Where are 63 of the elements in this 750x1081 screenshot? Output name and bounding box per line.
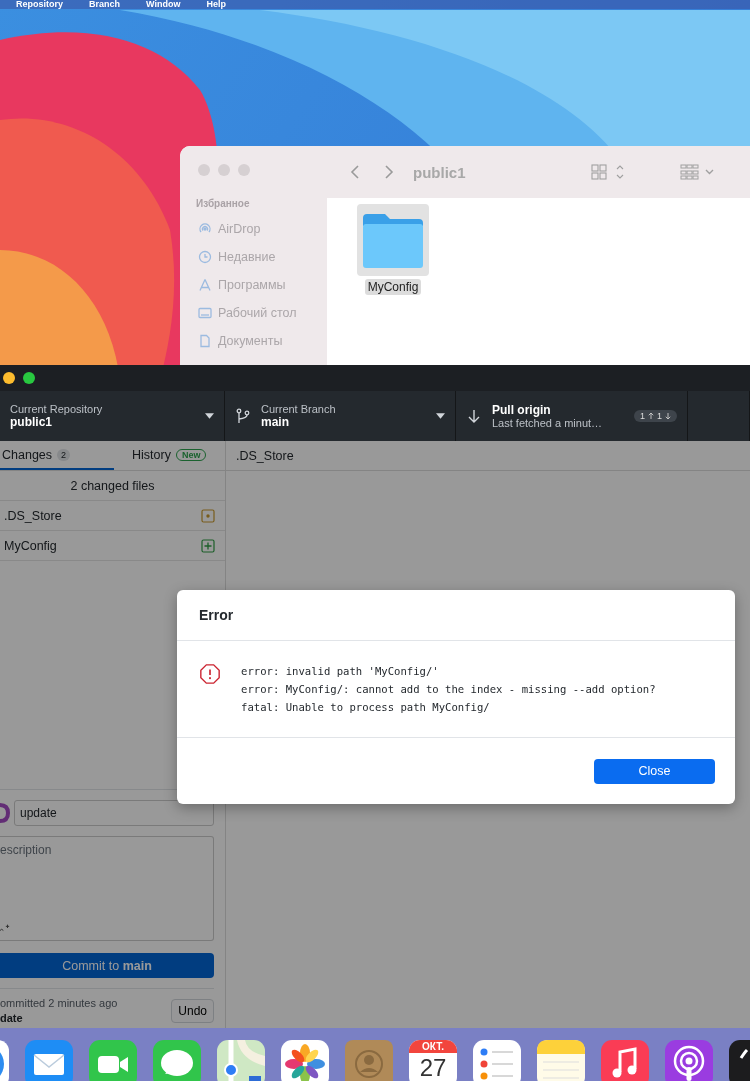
speech-bubble-icon[interactable] — [153, 1040, 201, 1081]
calendar-day: 27 — [419, 1053, 447, 1081]
podcast-icon[interactable] — [665, 1040, 713, 1081]
calendar-icon[interactable]: ОКТ. 27 — [409, 1040, 457, 1081]
calendar-month: ОКТ. — [409, 1040, 457, 1053]
clock-icon — [198, 250, 212, 264]
map-icon[interactable] — [217, 1040, 265, 1081]
ahead-behind-badge: 1 1 — [633, 410, 677, 422]
avatar-icon — [0, 802, 10, 824]
file-row[interactable]: .DS_Store — [0, 501, 225, 531]
last-commit-message: date — [0, 1012, 24, 1024]
file-name[interactable]: MyConfig — [364, 279, 422, 295]
mail-icon[interactable] — [25, 1040, 73, 1081]
zoom-button[interactable] — [23, 372, 35, 384]
branch-icon — [235, 408, 251, 424]
diff-header: .DS_Store — [226, 441, 750, 471]
added-icon — [201, 538, 215, 553]
tab[interactable]: Changes 2 — [0, 441, 114, 470]
summary-field[interactable]: update — [14, 800, 214, 826]
close-button[interactable]: Close — [594, 758, 715, 784]
down-arrow-icon — [665, 412, 671, 420]
changed-files-count: 2 changed files — [0, 471, 225, 501]
count-badge: 2 — [57, 448, 71, 461]
tab[interactable]: History New — [113, 441, 225, 470]
dialog-title: Error — [199, 607, 234, 623]
checklist-icon[interactable] — [473, 1040, 521, 1081]
document-icon — [198, 334, 212, 348]
music-note-icon[interactable] — [601, 1040, 649, 1081]
file-name: MyConfig — [4, 538, 57, 553]
error-message: fatal: Unable to process path MyConfig/ — [241, 700, 491, 715]
menu-item[interactable]: Branch — [89, 0, 121, 9]
commit-button[interactable]: Commit to main — [0, 953, 214, 978]
caret-icon — [436, 413, 445, 419]
description-field[interactable]: escription — [0, 836, 214, 941]
error-message: error: invalid path 'MyConfig/' — [241, 664, 440, 679]
error-icon — [199, 663, 221, 685]
up-arrow-icon — [648, 412, 654, 420]
menu-item[interactable]: Help — [206, 0, 226, 9]
icon-view-icon[interactable] — [591, 164, 625, 180]
undo-button[interactable]: Undo — [171, 998, 214, 1023]
error-message: error: MyConfig/: cannot add to the index - missing --add option? — [241, 682, 656, 697]
last-commit-time: ommitted 2 minutes ago — [0, 997, 118, 1009]
branch-selector[interactable]: Current Branch main — [225, 391, 456, 441]
down-arrow-icon — [466, 408, 482, 424]
file-name: .DS_Store — [4, 508, 62, 523]
video-camera-icon[interactable] — [89, 1040, 137, 1081]
back-icon[interactable] — [349, 164, 361, 180]
menu-item[interactable]: Repository — [16, 0, 63, 9]
file-row[interactable]: MyConfig — [0, 531, 225, 561]
notepad-icon[interactable] — [537, 1040, 585, 1081]
window-title: public1 — [413, 163, 467, 181]
repository-selector[interactable]: Current Repository public1 — [0, 391, 225, 441]
forward-icon[interactable] — [383, 164, 395, 180]
pull-button[interactable]: Pull origin Last fetched a minut… 1 1 — [456, 391, 688, 441]
flower-icon[interactable] — [281, 1040, 329, 1081]
minimize-button[interactable] — [3, 372, 15, 384]
monitor-icon — [198, 306, 212, 320]
folder-icon[interactable] — [357, 204, 429, 276]
menu-item[interactable]: Window — [146, 0, 181, 9]
caret-icon — [205, 413, 214, 419]
apps-icon — [198, 278, 212, 292]
modified-icon — [201, 508, 215, 523]
sidebar-heading: Избранное — [196, 198, 251, 209]
